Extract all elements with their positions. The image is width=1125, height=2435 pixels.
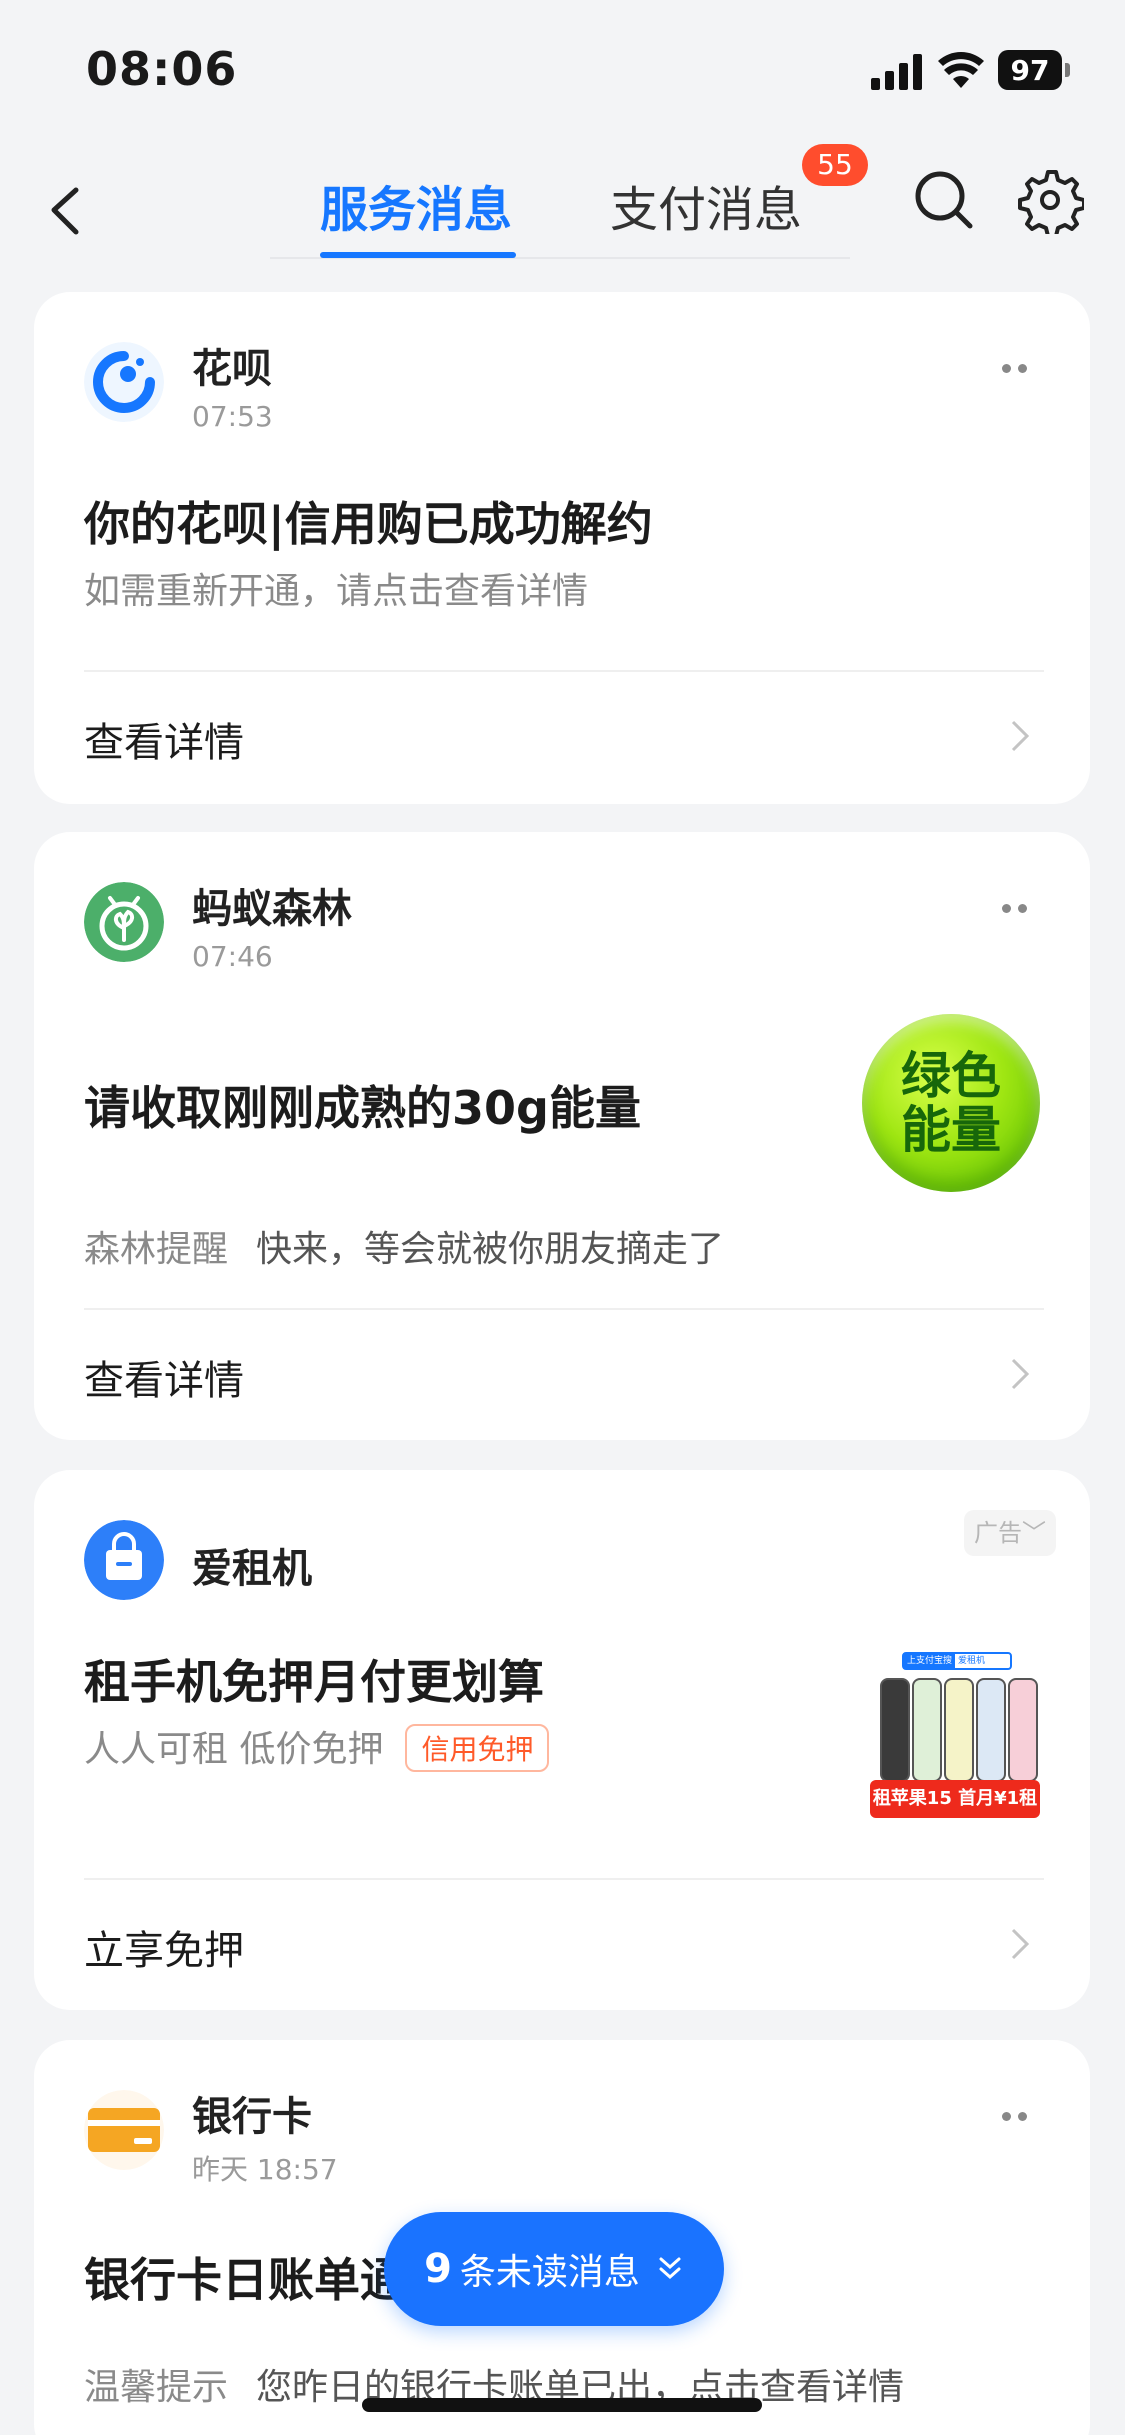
ad-label[interactable]: 广告﹀ — [964, 1510, 1056, 1556]
bank-card-icon — [84, 2090, 164, 2170]
more-options-icon[interactable] — [996, 2106, 1036, 2126]
battery-level: 97 — [998, 50, 1062, 90]
phone-ad-image: 上支付宝搜 爱租机 租苹果15 首月¥1租 — [866, 1652, 1044, 1822]
chevron-right-icon — [1011, 720, 1030, 752]
app-name: 爱租机 — [192, 1546, 312, 1592]
unread-badge: 55 — [802, 144, 868, 186]
view-details-link[interactable]: 查看详情 — [84, 710, 244, 768]
tab-payment-messages[interactable]: 支付消息 — [610, 170, 802, 250]
wifi-icon — [938, 52, 984, 88]
nav-bar: 服务消息 支付消息 55 — [0, 140, 1125, 280]
status-time: 08:06 — [86, 42, 238, 96]
subtitle-text: 人人可租 低价免押 — [84, 1729, 384, 1770]
more-options-icon[interactable] — [996, 358, 1036, 378]
ad-label-text: 广告 — [974, 1519, 1022, 1547]
search-icon[interactable] — [910, 166, 978, 234]
view-details-link[interactable]: 查看详情 — [84, 1348, 244, 1406]
app-name: 蚂蚁森林 — [192, 886, 352, 932]
phone-image — [880, 1678, 910, 1782]
message-subtitle: 人人可租 低价免押 信用免押 — [84, 1720, 550, 1775]
active-tab-indicator — [320, 252, 516, 258]
message-time: 昨天 18:57 — [192, 2153, 338, 2186]
huabei-logo-icon — [84, 342, 164, 422]
signal-icon — [871, 54, 922, 90]
unread-messages-button[interactable]: 9 条未读消息 — [384, 2212, 724, 2326]
energy-badge-line2: 能量 — [901, 1101, 1001, 1159]
message-card-aizuji-ad[interactable]: 爱租机 广告﹀ 租手机免押月付更划算 人人可租 低价免押 信用免押 上支付宝搜 爱租… — [34, 1470, 1090, 2010]
energy-badge-line1: 绿色 — [901, 1047, 1001, 1105]
divider — [84, 1878, 1044, 1880]
ad-search-bar: 上支付宝搜 爱租机 — [902, 1652, 1012, 1670]
ant-forest-logo-icon — [84, 882, 164, 962]
double-chevron-down-icon — [659, 2257, 681, 2280]
message-title: 租手机免押月付更划算 — [84, 1655, 544, 1709]
message-time: 07:53 — [192, 400, 273, 433]
chevron-right-icon — [1011, 1358, 1030, 1390]
app-name: 银行卡 — [192, 2094, 312, 2140]
divider — [84, 1308, 1044, 1310]
status-bar: 08:06 97 — [0, 0, 1125, 140]
phone-image — [976, 1678, 1006, 1782]
message-time: 07:46 — [192, 940, 273, 973]
battery-icon: 97 — [998, 50, 1070, 90]
subtitle-label: 森林提醒 — [84, 1229, 229, 1270]
ad-offer-banner: 租苹果15 首月¥1租 — [870, 1780, 1040, 1818]
divider — [84, 670, 1044, 672]
green-energy-badge: 绿色 能量 — [862, 1014, 1040, 1192]
message-subtitle: 如需重新开通，请点击查看详情 — [84, 571, 589, 612]
message-card-huabei[interactable]: 花呗 07:53 你的花呗|信用购已成功解约 如需重新开通，请点击查看详情 查看… — [34, 292, 1090, 804]
app-name: 花呗 — [192, 346, 272, 392]
message-subtitle: 森林提醒 快来，等会就被你朋友摘走了 — [84, 1220, 724, 1272]
home-indicator — [362, 2398, 762, 2412]
more-options-icon[interactable] — [996, 898, 1036, 918]
credit-deposit-free-tag: 信用免押 — [405, 1724, 550, 1772]
tab-service-messages[interactable]: 服务消息 — [320, 170, 512, 250]
gear-icon[interactable] — [1016, 166, 1084, 234]
unread-count: 9 — [424, 2246, 452, 2292]
subtitle-text: 快来，等会就被你朋友摘走了 — [256, 1229, 725, 1270]
ad-search-prefix: 上支付宝搜 — [904, 1654, 956, 1668]
subtitle-label: 温馨提示 — [84, 2367, 229, 2408]
phone-image — [1008, 1678, 1038, 1782]
message-card-ant-forest[interactable]: 蚂蚁森林 07:46 请收取刚刚成熟的30g能量 绿色 能量 森林提醒 快来，等会… — [34, 832, 1090, 1440]
unread-label: 条未读消息 — [459, 2252, 640, 2293]
message-title: 请收取刚刚成熟的30g能量 — [84, 1081, 641, 1135]
message-title: 你的花呗|信用购已成功解约 — [84, 497, 653, 551]
shopping-bag-icon — [84, 1520, 164, 1600]
back-arrow-icon[interactable] — [40, 170, 90, 250]
chevron-right-icon — [1011, 1928, 1030, 1960]
ad-search-term: 爱租机 — [958, 1656, 986, 1666]
phone-image — [944, 1678, 974, 1782]
claim-deposit-free-link[interactable]: 立享免押 — [84, 1918, 244, 1976]
phone-image — [912, 1678, 942, 1782]
